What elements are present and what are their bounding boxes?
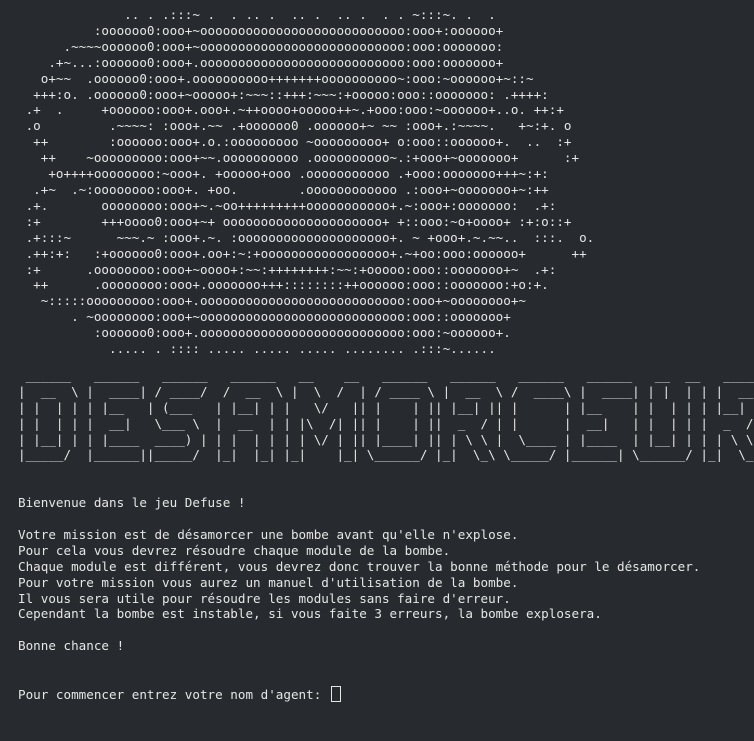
mission-line: Cependant la bombe est instable, si vous… [18, 606, 602, 622]
agent-name-prompt-row[interactable]: Pour commencer entrez votre nom d'agent: [18, 685, 754, 702]
bomb-ascii-art: .. . .:::~ . . .. . .. . .. . . . ~:::~.… [25, 7, 595, 357]
good-luck-message: Bonne chance ! [18, 638, 125, 654]
agent-name-prompt: Pour commencer entrez votre nom d'agent: [18, 686, 329, 702]
text-cursor-icon [330, 685, 341, 702]
mission-line: Pour cela vous devrez résoudre chaque mo… [18, 542, 451, 558]
mission-line: Pour votre mission vous aurez un manuel … [18, 574, 519, 590]
mission-line: Votre mission est de désamorcer une bomb… [18, 526, 519, 542]
mission-line: Il vous sera utile pour résoudre les mod… [18, 590, 511, 606]
terminal-window: .. . .:::~ . . .. . .. . .. . . . ~:::~.… [0, 0, 754, 741]
welcome-message: Bienvenue dans le jeu Defuse ! [18, 495, 246, 511]
mission-line: Chaque module est différent, vous devrez… [18, 558, 701, 574]
desamorceur-title-banner: ______ ______ ______ ______ __ __ ______… [18, 367, 754, 463]
